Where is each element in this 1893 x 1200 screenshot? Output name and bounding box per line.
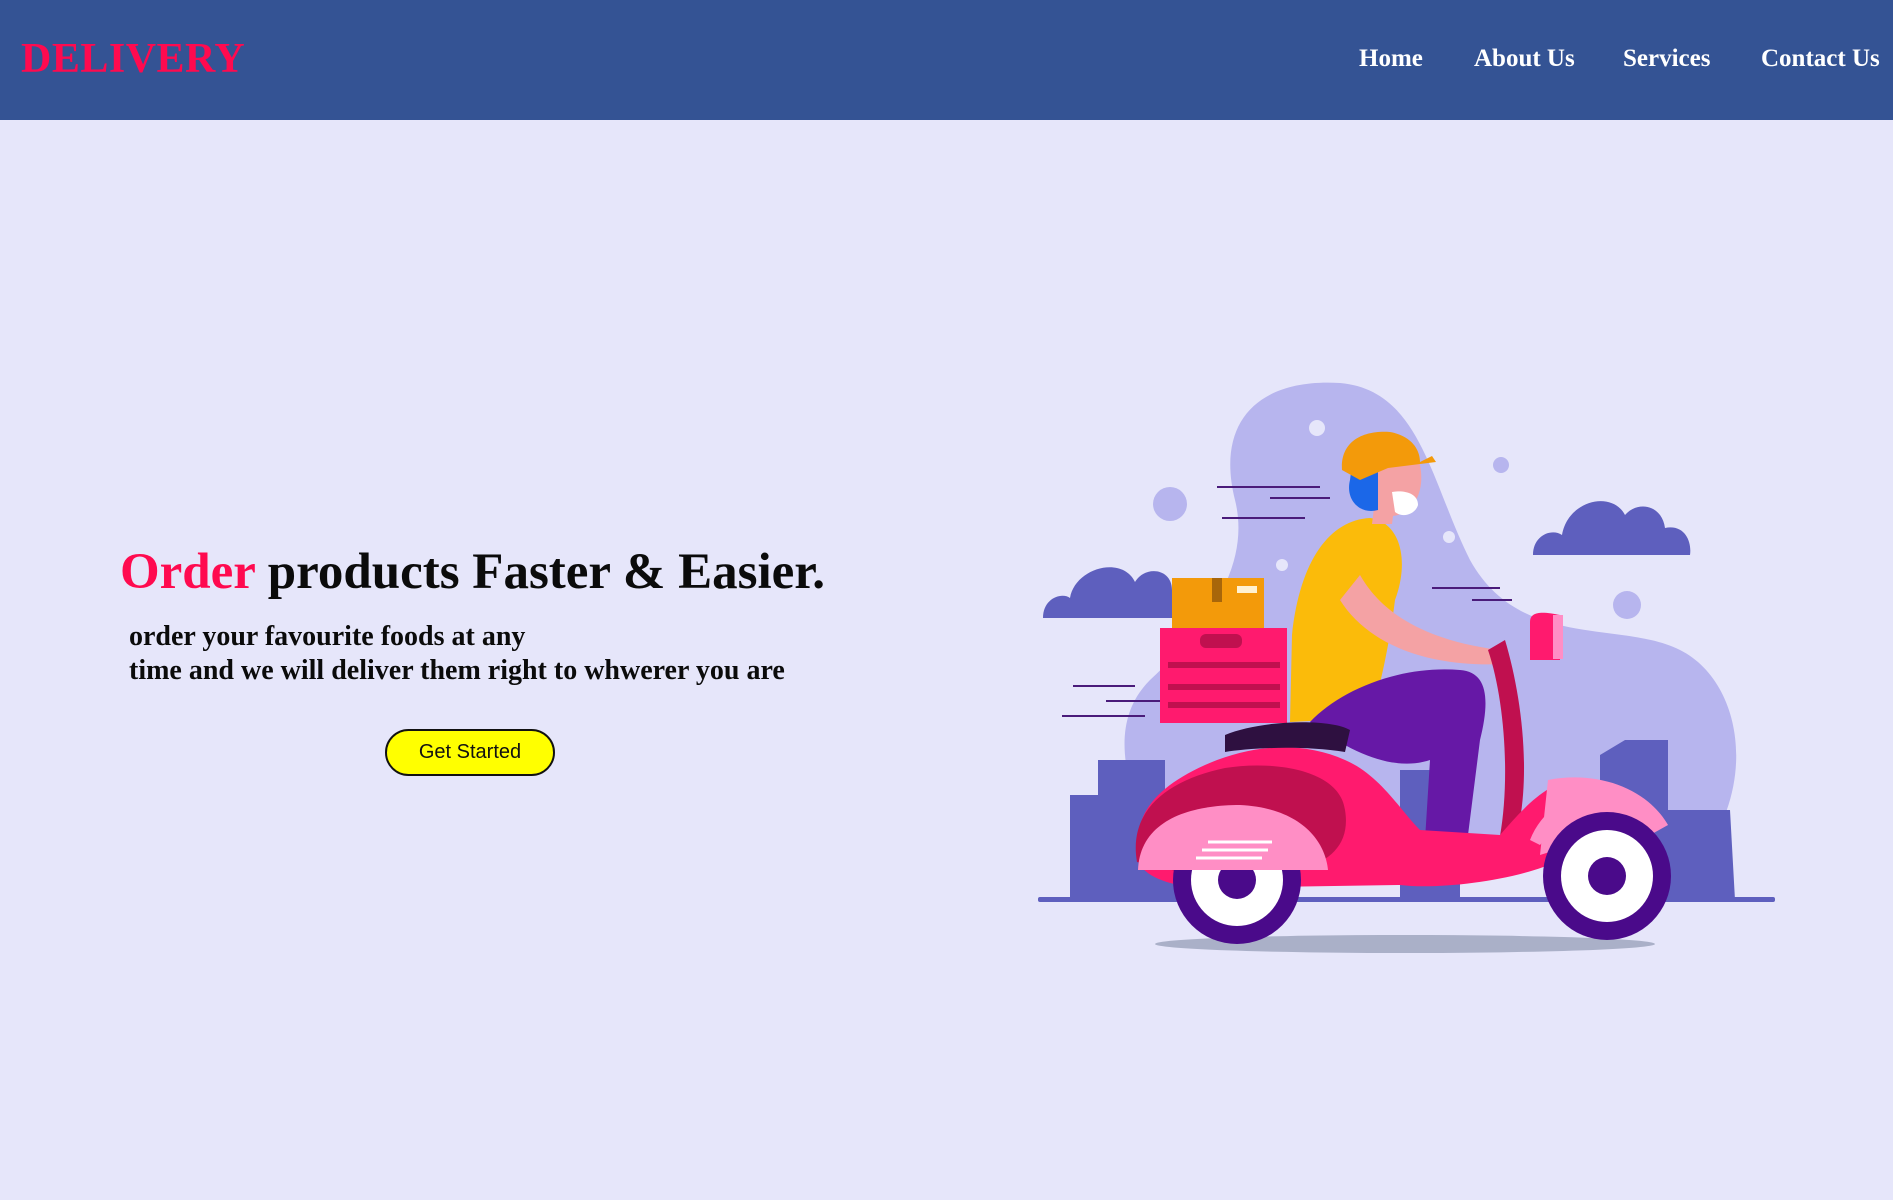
nav-link-contact-us[interactable]: Contact Us bbox=[1761, 45, 1880, 73]
deco-dot bbox=[1613, 591, 1641, 619]
navbar: DELIVERY Home About Us Services Contact … bbox=[0, 0, 1893, 120]
headline-accent: Order bbox=[120, 544, 256, 600]
deco-dot bbox=[1276, 559, 1288, 571]
scooter-headlight bbox=[1553, 615, 1563, 659]
cloud-left bbox=[1043, 567, 1191, 618]
hero-headline-wrap: Order products Faster & Easier. bbox=[120, 543, 880, 601]
crate-handle bbox=[1200, 634, 1242, 648]
hero-subtitle-line-2: time and we will deliver them right to w… bbox=[129, 655, 785, 686]
hero-headline: Order products Faster & Easier. bbox=[120, 543, 880, 601]
main-nav: Home About Us Services Contact Us bbox=[0, 45, 1893, 85]
box-tape bbox=[1212, 578, 1222, 602]
headline-rest: products Faster & Easier. bbox=[255, 544, 825, 600]
box-label bbox=[1237, 586, 1257, 593]
deco-dot bbox=[1153, 487, 1187, 521]
deco-dot bbox=[1443, 531, 1455, 543]
deco-dot bbox=[1309, 420, 1325, 436]
hero-subtitle-line-1: order your favourite foods at any bbox=[129, 621, 526, 652]
get-started-button[interactable]: Get Started bbox=[385, 729, 555, 776]
hero-subtitle: order your favourite foods at any time a… bbox=[129, 620, 889, 688]
front-wheel-hub bbox=[1588, 857, 1626, 895]
nav-link-services[interactable]: Services bbox=[1623, 45, 1710, 73]
delivery-scooter-illustration bbox=[1038, 382, 1775, 953]
nav-link-home[interactable]: Home bbox=[1359, 45, 1423, 73]
cloud-right bbox=[1533, 501, 1691, 555]
deco-dot bbox=[1493, 457, 1509, 473]
nav-link-about-us[interactable]: About Us bbox=[1474, 45, 1575, 73]
